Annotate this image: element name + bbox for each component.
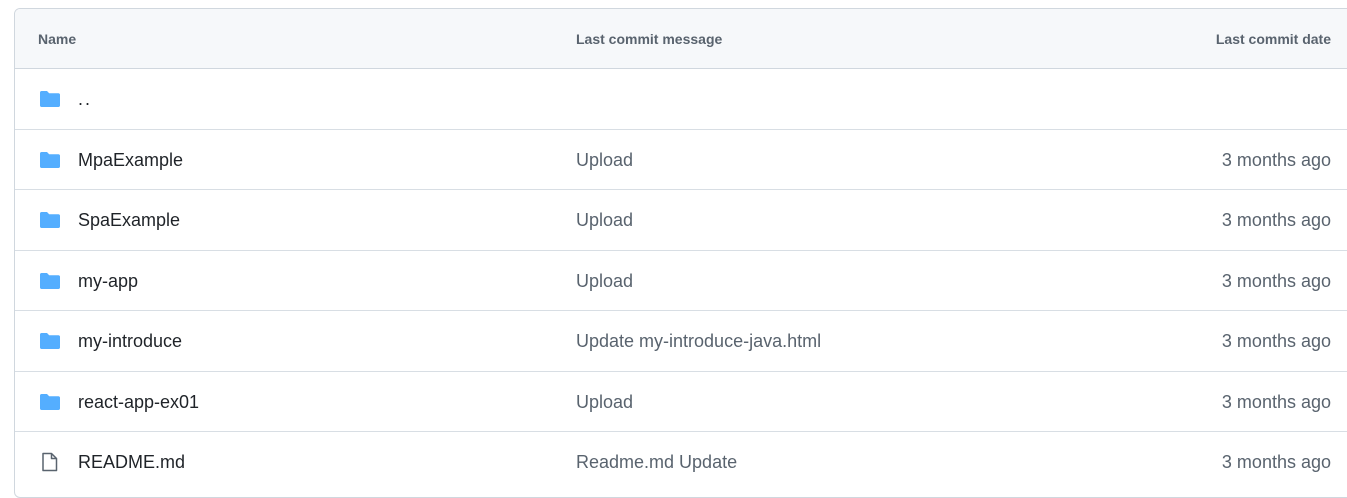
- header-name: Name: [38, 31, 77, 47]
- commit-date: 3 months ago: [1221, 149, 1331, 170]
- header-last-commit-message: Last commit message: [576, 31, 723, 47]
- commit-date: 3 months ago: [1221, 270, 1331, 291]
- commit-date: 3 months ago: [1221, 331, 1331, 351]
- folder-icon: [40, 151, 60, 168]
- folder-link[interactable]: my-introduce: [78, 311, 182, 371]
- folder-link[interactable]: my-app: [78, 251, 138, 311]
- row-name-cell[interactable]: README.md: [39, 432, 185, 492]
- commit-message-link[interactable]: Upload: [576, 251, 633, 311]
- parent-directory-label[interactable]: ..: [78, 69, 92, 129]
- file-list-table: Name Last commit message Last commit dat…: [14, 8, 1347, 498]
- table-row[interactable]: react-app-ex01 Upload 3 months ago: [15, 372, 1347, 432]
- commit-date: 3 months ago: [1221, 210, 1331, 230]
- row-name-cell[interactable]: react-app-ex01: [39, 372, 199, 432]
- folder-link[interactable]: MpaExample: [78, 130, 183, 190]
- commit-message-link[interactable]: Upload: [576, 190, 633, 250]
- commit-message-link[interactable]: Upload: [576, 372, 633, 432]
- row-name-cell[interactable]: MpaExample: [39, 130, 183, 190]
- file-icon: [42, 452, 58, 472]
- folder-icon: [40, 393, 60, 410]
- folder-icon: [40, 272, 60, 289]
- commit-date: 3 months ago: [1221, 452, 1331, 472]
- commit-date: 3 months ago: [1221, 391, 1331, 412]
- table-row[interactable]: SpaExample Upload 3 months ago: [15, 190, 1347, 251]
- folder-icon: [40, 333, 60, 349]
- parent-directory-row[interactable]: ..: [15, 69, 1347, 130]
- commit-message-link[interactable]: Readme.md Update: [576, 432, 737, 492]
- table-row[interactable]: my-introduce Update my-introduce-java.htm…: [15, 311, 1347, 372]
- folder-link[interactable]: react-app-ex01: [78, 372, 199, 432]
- header-last-commit-date: Last commit date: [1215, 31, 1331, 47]
- file-link[interactable]: README.md: [78, 432, 185, 492]
- table-row[interactable]: MpaExample Upload 3 months ago: [15, 130, 1347, 190]
- table-row[interactable]: my-app Upload 3 months ago: [15, 251, 1347, 311]
- table-header: Name Last commit message Last commit dat…: [15, 9, 1347, 69]
- row-name-cell[interactable]: my-introduce: [39, 311, 182, 371]
- row-name-cell[interactable]: SpaExample: [39, 190, 180, 250]
- folder-icon: [40, 91, 60, 107]
- folder-icon: [40, 212, 60, 228]
- folder-link[interactable]: SpaExample: [78, 190, 180, 250]
- commit-message-link[interactable]: Update my-introduce-java.html: [576, 311, 821, 371]
- row-name-cell[interactable]: my-app: [39, 251, 138, 311]
- commit-message-link[interactable]: Upload: [576, 130, 633, 190]
- table-row[interactable]: README.md Readme.md Update 3 months ago: [15, 432, 1347, 493]
- parent-directory-link[interactable]: ..: [39, 69, 92, 129]
